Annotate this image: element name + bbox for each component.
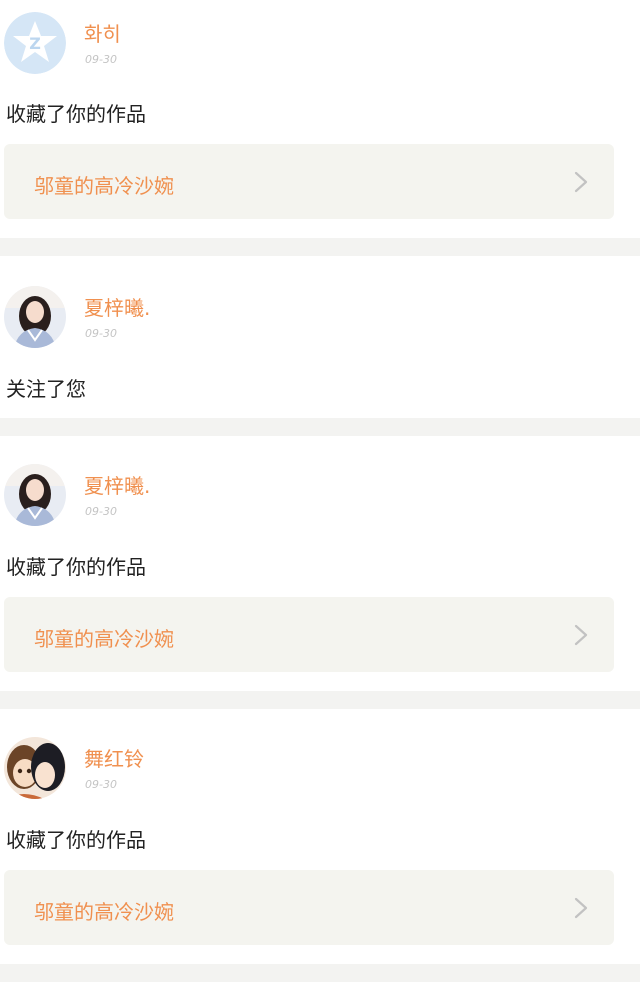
avatar[interactable]: Z: [4, 12, 66, 74]
chevron-right-icon: [574, 171, 588, 193]
avatar[interactable]: [4, 286, 66, 348]
work-title: 邬童的高冷沙婉: [34, 900, 174, 924]
separator: [0, 964, 640, 982]
notification-header: 夏梓曦. 09-30: [4, 286, 624, 348]
work-title: 邬童的高冷沙婉: [34, 627, 174, 651]
separator: [0, 418, 640, 436]
work-link-card[interactable]: 邬童的高冷沙婉: [4, 870, 614, 945]
work-link-card[interactable]: 邬童的高冷沙婉: [4, 597, 614, 672]
avatar[interactable]: [4, 464, 66, 526]
qq-avatar-icon: Z: [4, 12, 66, 74]
chevron-right-icon: [574, 897, 588, 919]
notification-item: 夏梓曦. 09-30 收藏了你的作品 邬童的高冷沙婉: [0, 436, 640, 691]
user-name[interactable]: 夏梓曦.: [84, 292, 150, 321]
timestamp: 09-30: [85, 327, 117, 340]
action-text: 收藏了你的作品: [6, 102, 146, 126]
timestamp: 09-30: [85, 505, 117, 518]
action-text: 关注了您: [6, 377, 86, 401]
anime-avatar: [4, 737, 66, 799]
timestamp: 09-30: [85, 53, 117, 66]
notification-item: 夏梓曦. 09-30 关注了您: [0, 256, 640, 418]
user-name[interactable]: 舞红铃: [84, 743, 144, 772]
separator: [0, 691, 640, 709]
notification-feed: Z 화히 09-30 收藏了你的作品 邬童的高冷沙婉 夏梓曦. 09-30 关注…: [0, 0, 640, 982]
notification-item: 舞红铃 09-30 收藏了你的作品 邬童的高冷沙婉: [0, 709, 640, 964]
work-link-card[interactable]: 邬童的高冷沙婉: [4, 144, 614, 219]
svg-text:Z: Z: [29, 34, 41, 53]
work-title: 邬童的高冷沙婉: [34, 174, 174, 198]
user-name[interactable]: 화히: [84, 18, 121, 47]
user-photo: [4, 464, 66, 526]
notification-header: 夏梓曦. 09-30: [4, 464, 624, 526]
notification-item: Z 화히 09-30 收藏了你的作品 邬童的高冷沙婉: [0, 0, 640, 238]
action-text: 收藏了你的作品: [6, 828, 146, 852]
action-text: 收藏了你的作品: [6, 555, 146, 579]
user-photo: [4, 286, 66, 348]
separator: [0, 238, 640, 256]
user-name[interactable]: 夏梓曦.: [84, 470, 150, 499]
notification-header: Z 화히 09-30: [4, 12, 624, 74]
chevron-right-icon: [574, 624, 588, 646]
notification-header: 舞红铃 09-30: [4, 737, 624, 799]
timestamp: 09-30: [85, 778, 117, 791]
avatar[interactable]: [4, 737, 66, 799]
